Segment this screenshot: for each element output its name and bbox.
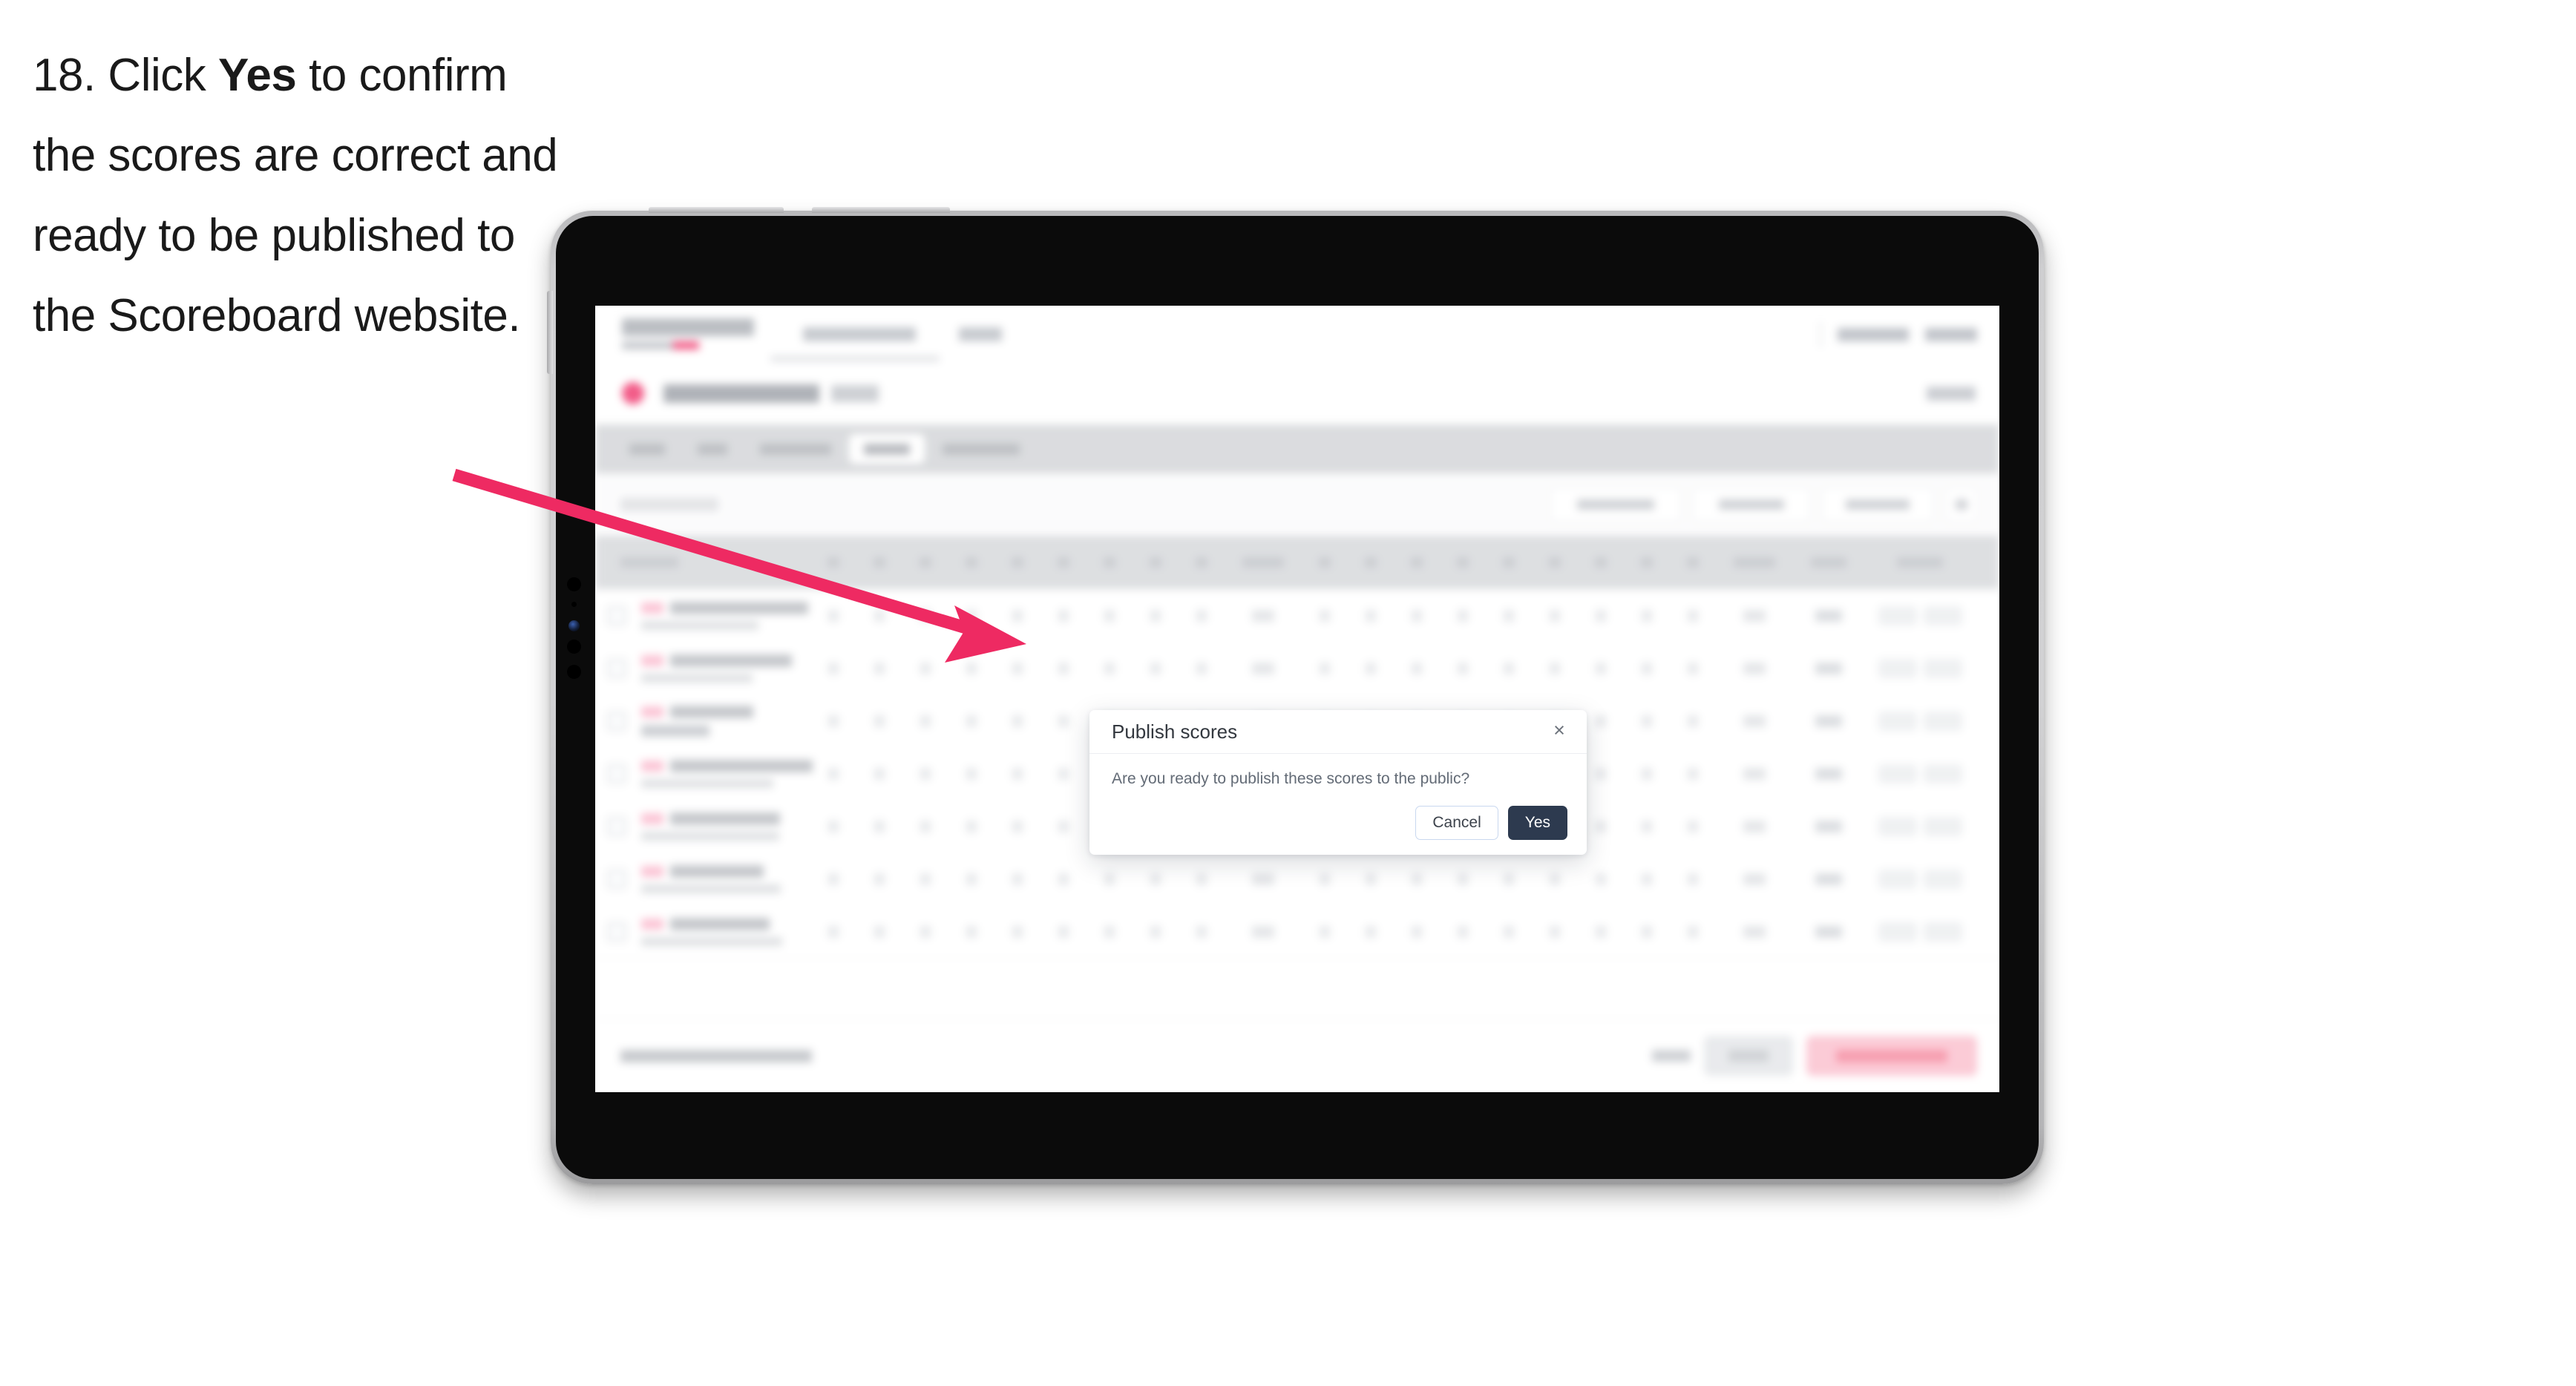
dialog-header: Publish scores × [1089, 710, 1587, 754]
dialog-actions: Cancel Yes [1415, 806, 1567, 840]
infrared-sensor-icon [567, 665, 581, 679]
tablet-screen: Publish scores × Are you ready to publis… [595, 306, 1999, 1092]
face-sensor-icon [568, 620, 580, 631]
caption-bold-yes: Yes [217, 50, 297, 101]
caption-prefix: 18. Click [33, 50, 218, 101]
yes-button[interactable]: Yes [1507, 806, 1567, 840]
volume-up-button[interactable] [649, 207, 784, 213]
publish-scores-dialog: Publish scores × Are you ready to publis… [1089, 710, 1587, 855]
ambient-light-sensor-icon [571, 602, 577, 607]
dialog-message: Are you ready to publish these scores to… [1112, 770, 1470, 787]
depth-sensor-icon [567, 640, 581, 654]
instruction-caption: 18. Click Yes to confirm the scores are … [33, 36, 567, 356]
tablet-device: Publish scores × Are you ready to publis… [547, 207, 2044, 1184]
front-camera-icon [567, 577, 581, 591]
volume-down-button[interactable] [812, 207, 950, 213]
power-button[interactable] [547, 291, 553, 374]
close-icon[interactable]: × [1547, 717, 1572, 743]
cancel-button[interactable]: Cancel [1415, 806, 1498, 840]
dialog-title: Publish scores [1112, 720, 1238, 743]
modal-overlay[interactable] [595, 306, 1999, 1092]
